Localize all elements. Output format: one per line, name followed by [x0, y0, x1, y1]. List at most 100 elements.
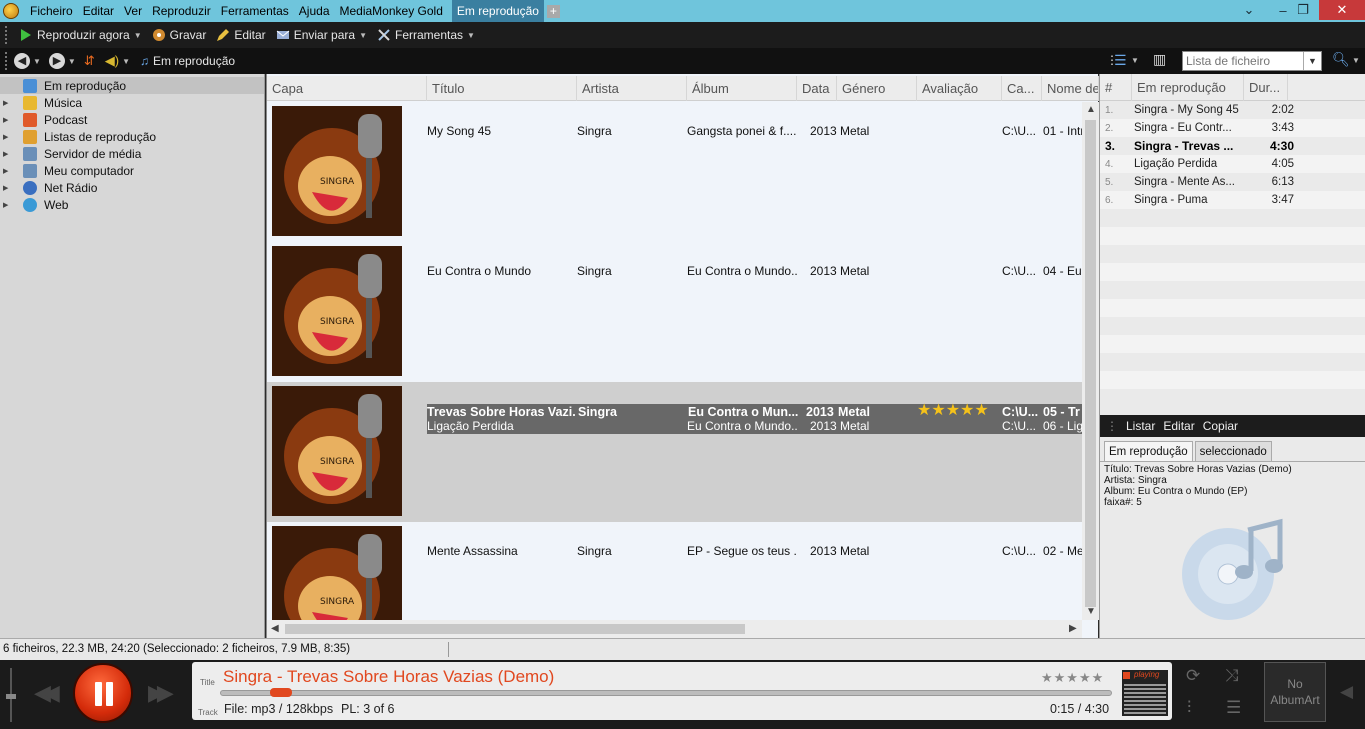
- scroll-down-icon[interactable]: ▼: [1086, 606, 1096, 617]
- expand-arrow-icon[interactable]: ▶: [3, 167, 13, 175]
- play-now-button[interactable]: Reproduzir agora ▼: [14, 28, 147, 42]
- volume-thumb[interactable]: [6, 694, 16, 699]
- dropdown-icon[interactable]: ⌄: [1236, 0, 1262, 20]
- seek-bar[interactable]: [220, 688, 1112, 697]
- column-header-cover[interactable]: Capa: [267, 76, 427, 101]
- list-item[interactable]: 6. Singra - Puma 3:47: [1100, 191, 1365, 209]
- tools-button[interactable]: Ferramentas ▼: [372, 28, 480, 42]
- column-header-path[interactable]: Ca...: [1002, 76, 1042, 101]
- tree-item-now-playing[interactable]: Em reprodução: [0, 77, 264, 94]
- edit-button[interactable]: Editar: [211, 28, 270, 42]
- maximize-icon[interactable]: ❐: [1290, 0, 1316, 20]
- table-row[interactable]: SINGRA My Song 45 Singra Gangsta ponei &…: [267, 102, 1082, 242]
- search-dropdown-icon[interactable]: ▼: [1303, 52, 1321, 70]
- scroll-up-icon[interactable]: ▲: [1086, 104, 1096, 115]
- list-item[interactable]: 4. Ligação Perdida 4:05: [1100, 155, 1365, 173]
- tree-item-podcast[interactable]: ▶ Podcast: [0, 111, 264, 128]
- expand-arrow-icon[interactable]: ▶: [3, 150, 13, 158]
- cell-rating[interactable]: ★★★★★: [917, 403, 1002, 419]
- menu-file[interactable]: Ficheiro: [25, 0, 78, 22]
- list-item[interactable]: 5. Singra - Mente As... 6:13: [1100, 173, 1365, 191]
- pause-button[interactable]: [73, 663, 133, 723]
- expand-arrow-icon[interactable]: ▶: [3, 116, 13, 124]
- column-header-rating[interactable]: Avaliação: [917, 76, 1002, 101]
- list-item[interactable]: 2. Singra - Eu Contr... 3:43: [1100, 119, 1365, 137]
- previous-icon[interactable]: ◀◀: [34, 680, 60, 706]
- copy-button[interactable]: Copiar: [1203, 419, 1238, 433]
- table-row-selected[interactable]: SINGRA Trevas Sobre Horas Vazi... Singra…: [267, 382, 1082, 522]
- column-header-title[interactable]: Título: [427, 76, 577, 101]
- collapse-tree-icon[interactable]: ⇵: [84, 53, 95, 69]
- tab-selected-info[interactable]: seleccionado: [1194, 441, 1272, 461]
- column-header-number[interactable]: #: [1100, 74, 1132, 101]
- column-header-album[interactable]: Álbum: [687, 76, 797, 101]
- scrollbar-thumb[interactable]: [1085, 120, 1096, 607]
- search-icon[interactable]: 🔍︎: [1332, 51, 1350, 68]
- edit-info-button[interactable]: Editar: [1163, 419, 1194, 433]
- list-item[interactable]: 1. Singra - My Song 45 2:02: [1100, 101, 1365, 119]
- mediamonkey-logo-icon[interactable]: [3, 3, 19, 19]
- repeat-icon[interactable]: ⟳: [1186, 666, 1200, 686]
- add-tab-icon[interactable]: +: [546, 4, 560, 18]
- forward-icon[interactable]: ▶: [48, 53, 65, 69]
- seek-thumb[interactable]: [270, 688, 292, 697]
- chevron-down-icon[interactable]: ▼: [1131, 56, 1139, 65]
- scroll-right-icon[interactable]: ▶: [1069, 623, 1077, 634]
- tree-item-media-server[interactable]: ▶ Servidor de média: [0, 145, 264, 162]
- next-icon[interactable]: ▶▶: [148, 680, 174, 706]
- list-button[interactable]: Listar: [1126, 419, 1155, 433]
- column-header-duration[interactable]: Dur...: [1244, 74, 1288, 101]
- vertical-scrollbar[interactable]: ▲ ▼: [1082, 102, 1099, 620]
- speaker-icon[interactable]: ◀: [1340, 682, 1353, 702]
- column-header-genre[interactable]: Género: [837, 76, 917, 101]
- breadcrumb[interactable]: Em reprodução: [153, 54, 235, 68]
- tree-item-computer[interactable]: ▶ Meu computador: [0, 162, 264, 179]
- tree-item-net-radio[interactable]: ▶ Net Rádio: [0, 179, 264, 196]
- column-header-filename[interactable]: Nome de: [1042, 76, 1099, 101]
- scroll-left-icon[interactable]: ◀: [271, 623, 279, 634]
- scrollbar-thumb[interactable]: [285, 624, 745, 634]
- column-header-date[interactable]: Data: [797, 76, 837, 101]
- toolbar-grip[interactable]: [5, 52, 8, 70]
- volume-slider[interactable]: [6, 668, 16, 722]
- menu-edit[interactable]: Editar: [78, 0, 119, 22]
- expand-arrow-icon[interactable]: ▶: [3, 133, 13, 141]
- column-header-now-playing[interactable]: Em reprodução: [1132, 74, 1244, 101]
- search-field[interactable]: ▼: [1182, 51, 1322, 71]
- close-icon[interactable]: ✕: [1319, 0, 1365, 20]
- tree-item-music[interactable]: ▶ Música: [0, 94, 264, 111]
- menu-view[interactable]: Ver: [119, 0, 147, 22]
- menu-tools[interactable]: Ferramentas: [216, 0, 294, 22]
- expand-arrow-icon[interactable]: ▶: [3, 201, 13, 209]
- burn-button[interactable]: Gravar: [147, 28, 212, 42]
- chevron-down-icon[interactable]: ▼: [68, 57, 76, 66]
- shuffle-icon[interactable]: ⤨: [1225, 666, 1239, 686]
- tree-item-web[interactable]: ▶ Web: [0, 196, 264, 213]
- horizontal-scrollbar[interactable]: ◀ ▶: [267, 620, 1082, 638]
- column-header-artist[interactable]: Artista: [577, 76, 687, 101]
- expand-arrow-icon[interactable]: ▶: [3, 99, 13, 107]
- tab-now-playing[interactable]: Em reprodução: [451, 0, 544, 22]
- view-mode-icon[interactable]: ☰: [1114, 52, 1127, 69]
- player-rating[interactable]: ★★★★★: [1041, 670, 1104, 686]
- chevron-down-icon[interactable]: ▼: [122, 57, 130, 66]
- search-input[interactable]: [1183, 52, 1301, 70]
- menu-help[interactable]: Ajuda: [294, 0, 335, 22]
- table-row[interactable]: SINGRA Mente Assassina Singra EP - Segue…: [267, 522, 1082, 620]
- menu-gold[interactable]: MediaMonkey Gold: [335, 0, 448, 22]
- chevron-down-icon[interactable]: ▼: [1352, 56, 1360, 65]
- chevron-down-icon[interactable]: ▼: [33, 57, 41, 66]
- send-to-button[interactable]: Enviar para ▼: [271, 28, 372, 42]
- table-row[interactable]: SINGRA Eu Contra o Mundo Singra Eu Contr…: [267, 242, 1082, 382]
- equalizer-icon[interactable]: ⫶: [1187, 698, 1191, 718]
- tab-now-playing-info[interactable]: Em reprodução: [1104, 441, 1193, 461]
- toolbar-grip[interactable]: [5, 26, 8, 44]
- expand-arrow-icon[interactable]: ▶: [3, 184, 13, 192]
- menu-play[interactable]: Reproduzir: [147, 0, 216, 22]
- playlist-view-icon[interactable]: ☰: [1226, 698, 1241, 718]
- tree-item-playlists[interactable]: ▶ Listas de reprodução: [0, 128, 264, 145]
- columns-icon[interactable]: ▥: [1153, 51, 1166, 68]
- list-item-current[interactable]: 3. Singra - Trevas ... 4:30: [1100, 137, 1365, 155]
- speaker-icon[interactable]: ◀): [105, 53, 119, 69]
- back-icon[interactable]: ◀: [14, 53, 30, 69]
